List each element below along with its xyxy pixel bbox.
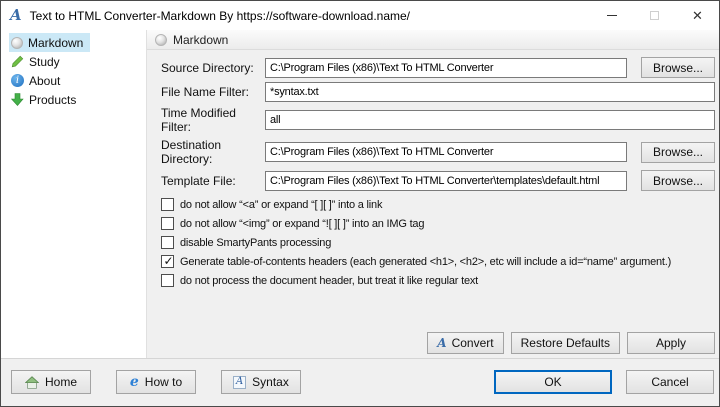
sidebar-item-products[interactable]: Products <box>9 90 83 109</box>
field-row-template-file: Template File: Browse... <box>161 170 715 191</box>
disable-smartypants-checkbox[interactable] <box>161 236 174 249</box>
home-button-label: Home <box>44 375 77 389</box>
time-modified-filter-input[interactable] <box>265 110 715 130</box>
pearl-icon <box>155 33 167 46</box>
home-icon <box>24 375 39 389</box>
no-doc-header-checkbox[interactable] <box>161 274 174 287</box>
source-directory-label: Source Directory: <box>161 60 254 75</box>
file-name-filter-label: File Name Filter: <box>161 85 250 99</box>
checkbox-row-no-img: do not allow “<img” or expand “![ ][ ]” … <box>161 214 715 233</box>
sidebar-item-label: Products <box>29 92 77 107</box>
syntax-a-icon: A <box>233 375 247 389</box>
app-icon: A <box>10 6 22 24</box>
template-file-input[interactable] <box>265 170 627 191</box>
toc-headers-checkbox[interactable]: ✓ <box>161 254 174 268</box>
no-img-checkbox[interactable] <box>161 217 174 230</box>
sidebar: Markdown Study i About Products <box>1 30 147 358</box>
pearl-icon <box>11 36 23 49</box>
checkbox-row-no-link: do not allow “<a” or expand “[ ][ ]” int… <box>161 195 715 214</box>
sidebar-item-markdown[interactable]: Markdown <box>9 33 91 52</box>
checkbox-row-toc-headers: ✓ Generate table-of-contents headers (ea… <box>161 252 715 271</box>
toc-headers-checkbox-label: Generate table-of-contents headers (each… <box>180 255 672 268</box>
minimize-icon <box>606 15 617 16</box>
titlebar: A Text to HTML Converter-Markdown By htt… <box>1 1 719 30</box>
checkbox-row-no-doc-header: do not process the document header, but … <box>161 271 715 290</box>
panel-action-buttons: A Convert Restore Defaults Apply <box>427 332 715 354</box>
convert-button[interactable]: A Convert <box>427 332 504 354</box>
maximize-icon <box>650 11 659 20</box>
window-controls: ✕ <box>590 1 719 30</box>
field-row-destination-directory: Destination Directory: Browse... <box>161 138 715 166</box>
window-title: Text to HTML Converter-Markdown By https… <box>29 8 411 23</box>
source-directory-input[interactable] <box>265 57 627 78</box>
minimize-button[interactable] <box>590 1 633 30</box>
sidebar-item-label: About <box>29 73 61 88</box>
checkbox-section: do not allow “<a” or expand “[ ][ ]” int… <box>161 195 715 290</box>
sidebar-item-label: Markdown <box>28 35 84 50</box>
convert-button-label: Convert <box>451 336 494 350</box>
ok-button[interactable]: OK <box>494 370 612 394</box>
down-arrow-icon <box>11 93 24 106</box>
template-file-browse-button[interactable]: Browse... <box>641 170 715 191</box>
no-doc-header-checkbox-label: do not process the document header, but … <box>180 274 479 287</box>
disable-smartypants-checkbox-label: disable SmartyPants processing <box>180 236 332 249</box>
file-name-filter-input[interactable] <box>265 82 715 102</box>
converter-window: A Text to HTML Converter-Markdown By htt… <box>0 0 720 407</box>
main-panel: Markdown Source Directory: Browse... Fil… <box>147 30 719 358</box>
close-icon: ✕ <box>692 8 703 23</box>
close-button[interactable]: ✕ <box>676 1 719 30</box>
info-icon: i <box>11 74 24 87</box>
panel-content: Source Directory: Browse... File Name Fi… <box>147 50 719 290</box>
no-link-checkbox[interactable] <box>161 198 174 211</box>
how-to-button[interactable]: e How to <box>116 370 196 394</box>
no-link-checkbox-label: do not allow “<a” or expand “[ ][ ]” int… <box>180 198 383 211</box>
footer-left-buttons: Home e How to A Syntax <box>11 370 301 394</box>
destination-directory-input[interactable] <box>265 142 627 162</box>
time-modified-filter-label: Time Modified Filter: <box>161 106 236 134</box>
panel-header-label: Markdown <box>173 32 229 47</box>
maximize-button <box>633 1 676 30</box>
home-button[interactable]: Home <box>11 370 91 394</box>
sidebar-item-label: Study <box>29 54 60 69</box>
checkmark-icon: ✓ <box>163 254 174 268</box>
sidebar-item-about[interactable]: i About <box>9 71 67 90</box>
footer-bar: Home e How to A Syntax OK Cancel <box>1 358 719 406</box>
panel-header: Markdown <box>147 30 719 50</box>
field-row-file-name-filter: File Name Filter: <box>161 82 715 102</box>
restore-defaults-button[interactable]: Restore Defaults <box>510 332 620 354</box>
source-directory-browse-button[interactable]: Browse... <box>641 57 715 78</box>
pencil-icon <box>11 55 24 68</box>
apply-button[interactable]: Apply <box>627 332 715 354</box>
destination-directory-browse-button[interactable]: Browse... <box>641 141 715 163</box>
syntax-button-label: Syntax <box>252 375 289 389</box>
field-row-time-modified-filter: Time Modified Filter: <box>161 106 715 134</box>
footer-right-buttons: OK Cancel <box>494 370 714 394</box>
destination-directory-label: Destination Directory: <box>161 138 222 166</box>
cancel-button[interactable]: Cancel <box>626 370 714 394</box>
template-file-label: Template File: <box>161 173 236 188</box>
sidebar-item-study[interactable]: Study <box>9 52 67 71</box>
checkbox-row-disable-smartypants: disable SmartyPants processing <box>161 233 715 252</box>
browser-e-icon: e <box>129 374 139 390</box>
no-img-checkbox-label: do not allow “<img” or expand “![ ][ ]” … <box>180 217 425 230</box>
convert-a-icon: A <box>437 336 447 350</box>
field-row-source-directory: Source Directory: Browse... <box>161 57 715 78</box>
how-to-button-label: How to <box>144 375 183 389</box>
syntax-button[interactable]: A Syntax <box>221 370 301 394</box>
